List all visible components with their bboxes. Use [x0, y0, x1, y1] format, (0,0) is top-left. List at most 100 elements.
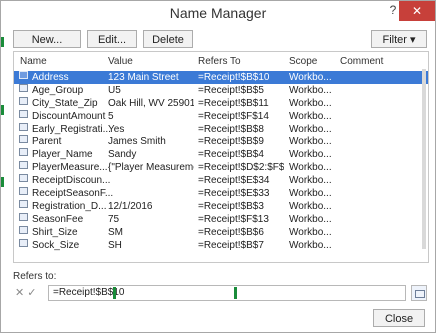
row-value: 5: [108, 110, 114, 122]
named-range-icon: [19, 161, 28, 170]
row-scope: Workbo...: [289, 84, 332, 96]
title-bar: Name Manager ? ✕: [1, 1, 435, 27]
row-refers-to: =Receipt!$B$7: [198, 239, 264, 251]
marker-icon: [1, 37, 4, 47]
row-scope: Workbo...: [289, 162, 332, 174]
named-range-icon: [19, 212, 28, 221]
row-scope: Workbo...: [289, 136, 332, 148]
named-range-icon: [19, 225, 28, 234]
list-rows: Address 123 Main Street =Receipt!$B$10 Work…: [14, 71, 428, 251]
row-scope: Workbo...: [289, 110, 332, 122]
row-value: Sandy: [108, 149, 137, 161]
row-refers-to: =Receipt!$E$34: [198, 175, 270, 187]
delete-button[interactable]: Delete: [143, 30, 193, 48]
row-scope: Workbo...: [289, 213, 332, 225]
row-value: SH: [108, 239, 122, 251]
row-value: U5: [108, 84, 121, 96]
row-value: SM: [108, 226, 123, 238]
named-range-icon: [19, 109, 28, 118]
table-row[interactable]: Registration_D... 12/1/2016 =Receipt!$B$3 W…: [14, 199, 428, 213]
close-icon[interactable]: ✕: [399, 1, 435, 21]
new-button[interactable]: New...: [13, 30, 81, 48]
row-name: DiscountAmount: [32, 110, 106, 122]
table-row[interactable]: PlayerMeasure... {"Player Measureme =Recei…: [14, 161, 428, 174]
row-scope: Workbo...: [289, 239, 332, 251]
row-name: Parent: [32, 136, 62, 148]
row-refers-to: =Receipt!$F$14: [198, 110, 269, 122]
table-row[interactable]: City_State_Zip Oak Hill, WV 25901 =Receipt…: [14, 96, 428, 110]
row-name: Address: [32, 72, 69, 83]
named-range-icon: [19, 83, 28, 92]
column-header-name[interactable]: Name: [20, 56, 47, 67]
table-row[interactable]: Address 123 Main Street =Receipt!$B$10 Work…: [14, 71, 428, 84]
named-range-icon: [19, 96, 28, 105]
close-button[interactable]: Close: [373, 309, 425, 327]
list-header: Name Value Refers To Scope Comment: [14, 52, 428, 70]
refers-edit-icons: ✕ ✓: [15, 286, 37, 299]
row-scope: Workbo...: [289, 72, 332, 83]
row-scope: Workbo...: [289, 97, 332, 109]
row-value: 75: [108, 213, 120, 225]
refers-to-label: Refers to:: [13, 271, 57, 282]
marker-icon: [1, 105, 4, 115]
named-range-icon: [19, 199, 28, 208]
row-scope: Workbo...: [289, 188, 332, 200]
filter-button[interactable]: Filter ▾: [371, 30, 427, 48]
row-name: Player_Name: [32, 149, 93, 161]
table-row[interactable]: SeasonFee 75 =Receipt!$F$13 Workbo...: [14, 212, 428, 226]
row-name: PlayerMeasure...: [32, 162, 108, 174]
names-list[interactable]: Name Value Refers To Scope Comment Addre…: [13, 51, 429, 263]
table-row[interactable]: Player_Name Sandy =Receipt!$B$4 Workbo...: [14, 148, 428, 161]
row-refers-to: =Receipt!$B$6: [198, 226, 264, 238]
named-range-icon: [19, 148, 28, 157]
named-range-icon: [19, 238, 28, 247]
row-scope: Workbo...: [289, 175, 332, 187]
table-row[interactable]: DiscountAmount 5 =Receipt!$F$14 Workbo...: [14, 109, 428, 123]
table-row[interactable]: ReceiptDiscoun... =Receipt!$E$34 Workbo...: [14, 174, 428, 187]
row-scope: Workbo...: [289, 123, 332, 135]
name-manager-dialog: Name Manager ? ✕ New... Edit... Delete F…: [0, 0, 436, 333]
row-value: Oak Hill, WV 25901: [108, 97, 194, 109]
row-value: James Smith: [108, 136, 166, 148]
row-refers-to: =Receipt!$B$4: [198, 149, 264, 161]
row-name: Registration_D...: [32, 200, 107, 212]
marker-icon: [113, 287, 116, 299]
table-row[interactable]: Age_Group U5 =Receipt!$B$5 Workbo...: [14, 83, 428, 97]
dialog-title: Name Manager: [169, 5, 267, 21]
row-name: ReceiptSeasonF...: [32, 188, 114, 200]
column-header-value[interactable]: Value: [108, 56, 133, 67]
row-value: Yes: [108, 123, 125, 135]
table-row[interactable]: Sock_Size SH =Receipt!$B$7 Workbo...: [14, 238, 428, 252]
row-name: Age_Group: [32, 84, 84, 96]
row-refers-to: =Receipt!$F$13: [198, 213, 269, 225]
collapse-dialog-icon[interactable]: [411, 285, 427, 301]
row-value: {"Player Measureme: [108, 162, 194, 174]
row-scope: Workbo...: [289, 149, 332, 161]
table-row[interactable]: Shirt_Size SM =Receipt!$B$6 Workbo...: [14, 225, 428, 239]
row-refers-to: =Receipt!$B$11: [198, 97, 269, 109]
confirm-edit-icon[interactable]: ✓: [27, 287, 36, 299]
marker-icon: [1, 177, 4, 187]
table-row[interactable]: Early_Registrati... Yes =Receipt!$B$8 Workb…: [14, 122, 428, 136]
row-value: 123 Main Street: [108, 72, 179, 83]
row-refers-to: =Receipt!$B$10: [198, 72, 270, 83]
column-header-refers-to[interactable]: Refers To: [198, 56, 241, 67]
row-refers-to: =Receipt!$B$5: [198, 84, 264, 96]
row-refers-to: =Receipt!$B$3: [198, 200, 264, 212]
cancel-edit-icon[interactable]: ✕: [15, 287, 24, 299]
row-refers-to: =Receipt!$B$9: [198, 136, 264, 148]
help-icon[interactable]: ?: [386, 3, 400, 17]
named-range-icon: [19, 187, 28, 196]
table-row[interactable]: Parent James Smith =Receipt!$B$9 Workbo...: [14, 135, 428, 148]
row-name: SeasonFee: [32, 213, 84, 225]
row-name: ReceiptDiscoun...: [32, 175, 111, 187]
column-header-scope[interactable]: Scope: [289, 56, 317, 67]
row-value: 12/1/2016: [108, 200, 153, 212]
row-name: City_State_Zip: [32, 97, 98, 109]
marker-icon: [234, 287, 237, 299]
edit-button[interactable]: Edit...: [87, 30, 137, 48]
table-row[interactable]: ReceiptSeasonF... =Receipt!$E$33 Workbo...: [14, 187, 428, 200]
list-scrollbar[interactable]: [422, 69, 426, 249]
refers-to-input[interactable]: =Receipt!$B$10: [48, 285, 406, 301]
column-header-comment[interactable]: Comment: [340, 56, 383, 67]
